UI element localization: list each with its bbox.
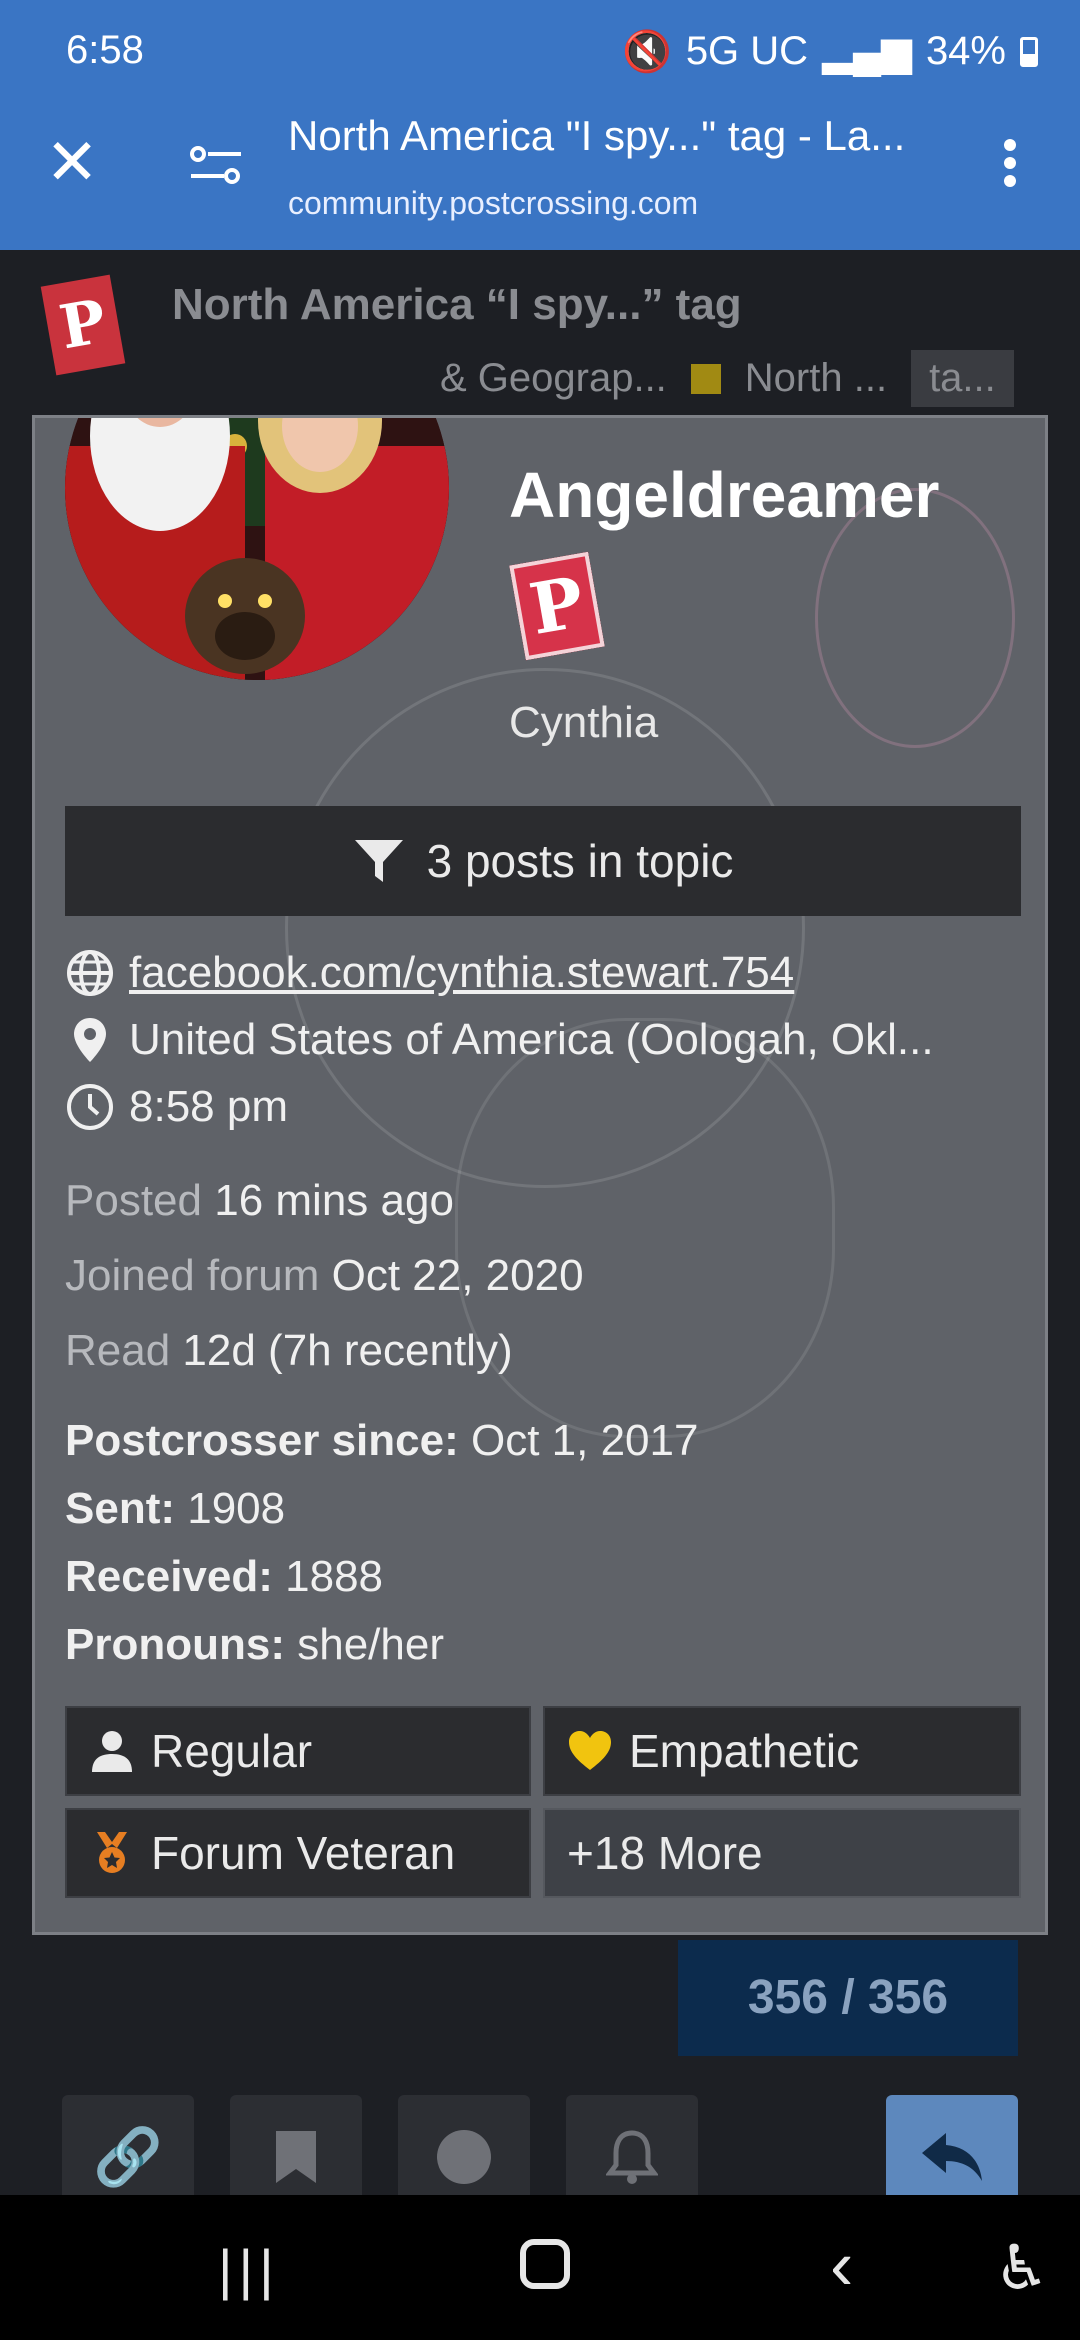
recent-apps-icon[interactable]: ||| bbox=[218, 2237, 280, 2302]
category[interactable]: North ... bbox=[745, 356, 887, 401]
read-meta: Read 12d (7h recently) bbox=[65, 1326, 513, 1376]
avatar[interactable] bbox=[65, 415, 449, 680]
globe-icon bbox=[67, 950, 113, 996]
user-icon bbox=[92, 1731, 132, 1772]
user-real-name: Cynthia bbox=[509, 698, 659, 747]
badge-regular[interactable]: Regular bbox=[65, 1706, 531, 1796]
location-row: United States of America (Oologah, Okl..… bbox=[65, 1015, 934, 1065]
accessibility-icon[interactable]: ♿︎ bbox=[994, 2231, 1050, 2304]
joined-meta: Joined forum Oct 22, 2020 bbox=[65, 1251, 584, 1301]
topic-categories: & Geograp... North ... ta... bbox=[440, 350, 1014, 407]
field-value: 1908 bbox=[187, 1484, 286, 1533]
parent-category[interactable]: & Geograp... bbox=[440, 356, 667, 401]
read-label: Read bbox=[65, 1326, 171, 1375]
badge-empathetic[interactable]: Empathetic bbox=[543, 1706, 1021, 1796]
timeline-progress[interactable]: 356 / 356 bbox=[678, 1940, 1018, 2056]
custom-field: Received: 1888 bbox=[65, 1552, 383, 1602]
page-host[interactable]: community.postcrossing.com bbox=[288, 185, 698, 222]
signal-icon: ▂▄▆ bbox=[822, 29, 912, 74]
badge-label: Forum Veteran bbox=[151, 1827, 456, 1879]
filter-posts-label: 3 posts in topic bbox=[426, 835, 734, 887]
local-time-row: 8:58 pm bbox=[65, 1082, 288, 1132]
close-icon[interactable]: ✕ bbox=[40, 130, 104, 194]
location-pin-icon bbox=[74, 1018, 106, 1062]
category-color-icon bbox=[690, 363, 721, 394]
browser-toolbar: 6:58 🔇 5G UC ▂▄▆ 34% ✕ North America "I … bbox=[0, 0, 1080, 250]
more-badges-button[interactable]: +18 More bbox=[543, 1808, 1021, 1898]
field-label: Sent: bbox=[65, 1484, 175, 1533]
field-value: she/her bbox=[297, 1620, 444, 1669]
read-value: 12d (7h recently) bbox=[182, 1326, 513, 1375]
system-nav-bar: ||| ‹ ♿︎ bbox=[0, 2195, 1080, 2340]
page-settings-icon[interactable] bbox=[186, 140, 246, 190]
filter-posts-button[interactable]: 3 posts in topic bbox=[65, 806, 1021, 916]
tag-chip[interactable]: ta... bbox=[911, 350, 1014, 407]
posted-meta: Posted 16 mins ago bbox=[65, 1176, 454, 1226]
medal-icon bbox=[97, 1832, 127, 1873]
joined-value: Oct 22, 2020 bbox=[331, 1251, 584, 1300]
filter-icon bbox=[354, 840, 403, 882]
field-label: Postcrosser since: bbox=[65, 1416, 459, 1465]
field-value: Oct 1, 2017 bbox=[470, 1416, 699, 1465]
field-value: 1888 bbox=[285, 1552, 384, 1601]
username[interactable]: Angeldreamer bbox=[509, 458, 939, 532]
user-card: Angeldreamer P Cynthia 3 posts in topic … bbox=[32, 415, 1048, 1935]
custom-field: Postcrosser since: Oct 1, 2017 bbox=[65, 1416, 698, 1466]
network-label: 5G UC bbox=[685, 29, 809, 73]
badge-label: Regular bbox=[151, 1725, 313, 1777]
joined-label: Joined forum bbox=[65, 1251, 320, 1300]
badge-label: Empathetic bbox=[629, 1725, 860, 1777]
more-options-icon[interactable] bbox=[990, 135, 1030, 195]
location-text: United States of America (Oologah, Okl..… bbox=[129, 1015, 934, 1064]
custom-field: Sent: 1908 bbox=[65, 1484, 285, 1534]
status-time: 6:58 bbox=[66, 28, 144, 72]
posted-label: Posted bbox=[65, 1176, 202, 1225]
custom-field: Pronouns: she/her bbox=[65, 1620, 444, 1670]
website-link[interactable]: facebook.com/cynthia.stewart.754 bbox=[129, 948, 794, 998]
local-time-text: 8:58 pm bbox=[129, 1082, 288, 1131]
status-indicators: 🔇 5G UC ▂▄▆ 34% bbox=[622, 28, 1038, 75]
more-badges-label: +18 More bbox=[567, 1827, 763, 1879]
clock-icon bbox=[67, 1084, 113, 1130]
topic-title[interactable]: North America “I spy...” tag bbox=[172, 280, 742, 330]
posted-value[interactable]: 16 mins ago bbox=[214, 1176, 454, 1225]
postcrossing-badge: P bbox=[509, 551, 605, 661]
site-logo[interactable]: P bbox=[40, 274, 126, 376]
page-title[interactable]: North America "I spy..." tag - La... bbox=[288, 112, 948, 160]
home-icon[interactable] bbox=[520, 2239, 570, 2289]
battery-label: 34% bbox=[925, 29, 1006, 73]
mute-icon: 🔇 bbox=[622, 30, 672, 74]
badge-forum-veteran[interactable]: Forum Veteran bbox=[65, 1808, 531, 1898]
heart-icon bbox=[569, 1731, 611, 1770]
battery-icon bbox=[1020, 36, 1038, 67]
website-row: facebook.com/cynthia.stewart.754 bbox=[65, 948, 794, 998]
field-label: Pronouns: bbox=[65, 1620, 285, 1669]
back-icon[interactable]: ‹ bbox=[830, 2225, 853, 2305]
field-label: Received: bbox=[65, 1552, 273, 1601]
